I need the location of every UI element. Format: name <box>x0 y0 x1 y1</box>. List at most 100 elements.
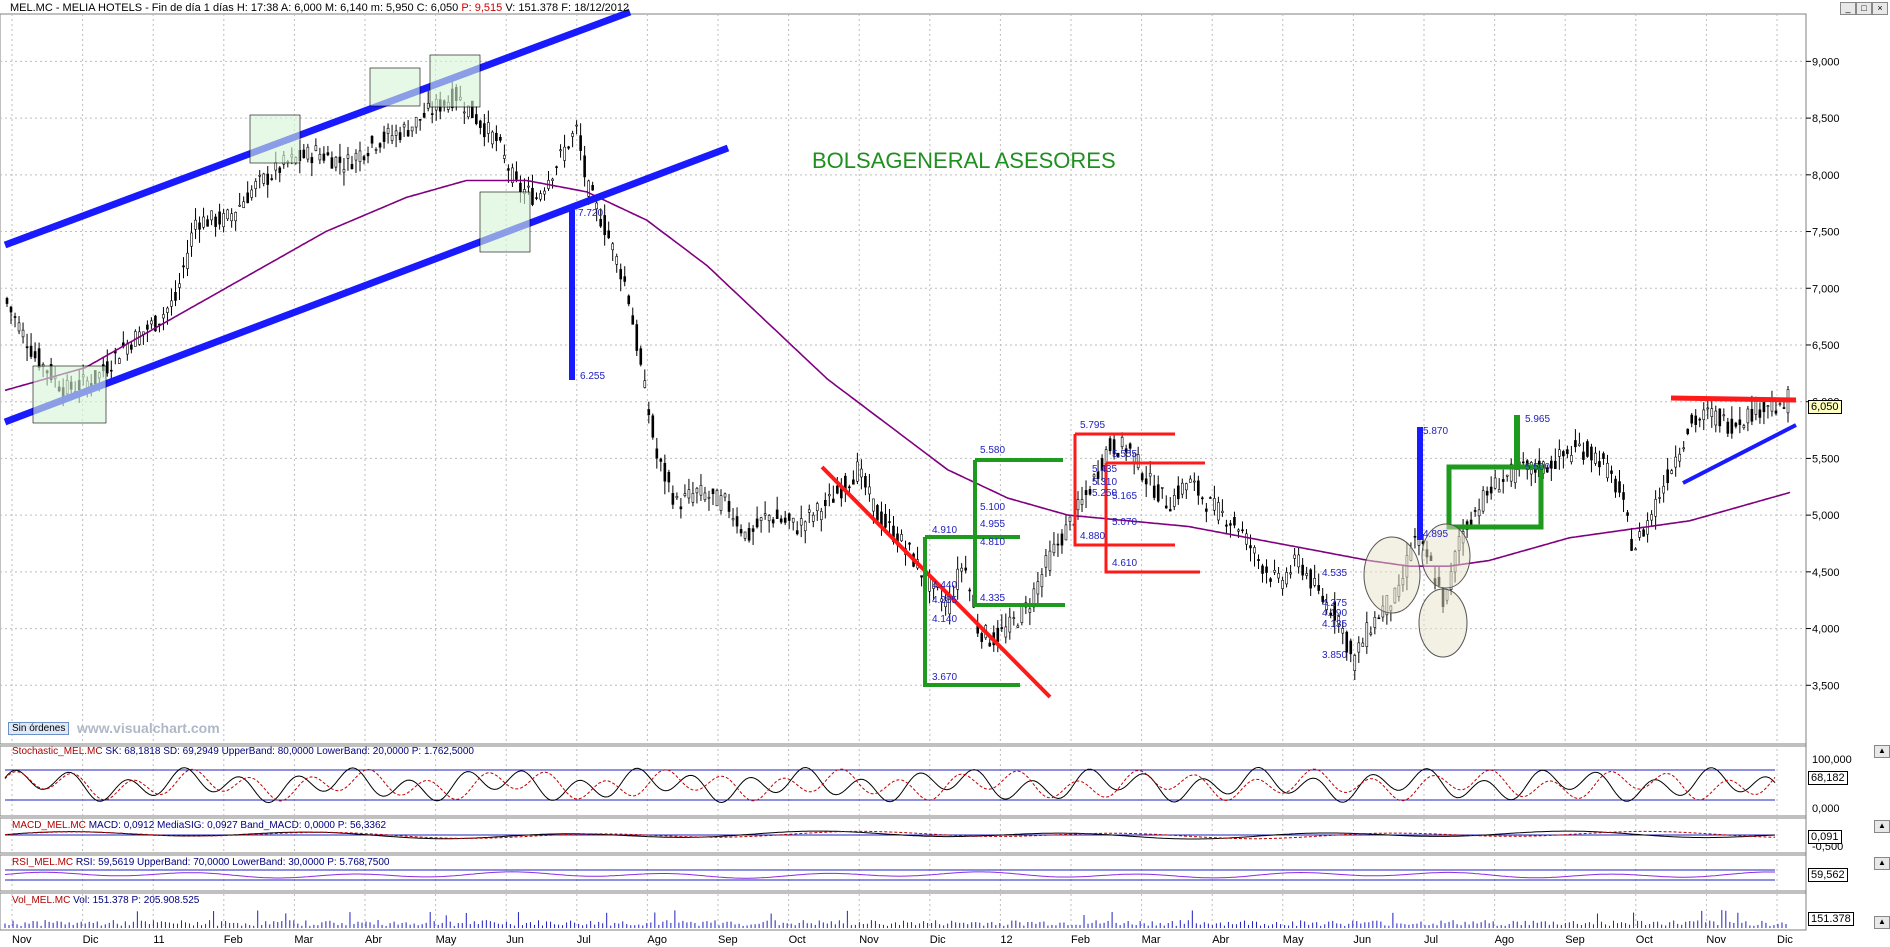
candle-body <box>1702 409 1706 420</box>
rsi-panel-button[interactable]: ▲ <box>1874 857 1890 870</box>
stochastic-values: SK: 68,1818 SD: 69,2949 UpperBand: 80,00… <box>105 746 474 757</box>
candle-body <box>350 164 354 170</box>
candle-body <box>832 498 835 503</box>
price-annotation: 4.910 <box>932 525 957 536</box>
orders-button[interactable]: Sin órdenes <box>8 722 70 735</box>
candle-body <box>1730 418 1734 434</box>
close-button[interactable]: × <box>1872 2 1888 15</box>
candle-body <box>378 143 382 148</box>
candle-body <box>1626 512 1629 516</box>
candle-body <box>1722 414 1726 417</box>
candle-body <box>1148 473 1152 477</box>
candle-body <box>178 283 181 288</box>
candle-body <box>118 358 121 364</box>
price-axis-label: 6,500 <box>1812 340 1840 352</box>
candle-body <box>342 169 346 173</box>
maximize-button[interactable]: □ <box>1856 2 1872 15</box>
candle-body <box>366 153 370 157</box>
price-annotation: 5.795 <box>1080 420 1105 431</box>
candle-body <box>1586 441 1589 457</box>
highlight-box <box>479 191 531 253</box>
candle-body <box>1734 422 1738 427</box>
candle-body <box>1770 400 1774 412</box>
rsi-value-label: 59,562 <box>1808 868 1848 882</box>
candle-body <box>1650 514 1653 521</box>
candle-body <box>1068 516 1072 522</box>
price-annotation: 5.100 <box>980 502 1005 513</box>
price-chart[interactable]: 9,0008,5008,0007,5007,0006,5006,0005,500… <box>0 0 1890 947</box>
candle-body <box>105 361 109 374</box>
candle-body <box>126 343 129 355</box>
candle-body <box>559 149 562 152</box>
candle-body <box>599 218 602 227</box>
candle-body <box>487 122 490 134</box>
price-axis-label: 4,500 <box>1812 567 1840 579</box>
candle-body <box>699 484 703 496</box>
candle-body <box>1706 407 1710 410</box>
candle-body <box>1574 440 1577 448</box>
candle-body <box>278 167 282 173</box>
resistance-line <box>1670 395 1797 403</box>
candle-body <box>254 181 258 189</box>
stochastic-panel-button[interactable]: ▲ <box>1874 745 1890 758</box>
chart-header: MEL.MC - MELIA HOTELS - Fin de día 1 día… <box>10 2 629 14</box>
candle-body <box>214 216 217 227</box>
stochastic-name: Stochastic_MEL.MC <box>12 746 103 757</box>
x-axis-month-label: 12 <box>1000 934 1012 946</box>
price-annotation: 5.310 <box>1092 477 1117 488</box>
candle-body <box>836 485 839 494</box>
vol-panel-button[interactable]: ▲ <box>1874 916 1890 929</box>
candle-body <box>1505 474 1509 477</box>
candle-body <box>1714 410 1718 426</box>
candle-body <box>25 346 29 349</box>
x-axis-month-label: Jun <box>506 934 524 946</box>
candle-body <box>1004 626 1008 638</box>
price-annotation: 7.720 <box>578 208 603 219</box>
candle-body <box>635 324 639 351</box>
candle-body <box>1293 554 1296 559</box>
candle-body <box>37 348 41 368</box>
price-annotation: 5.580 <box>980 445 1005 456</box>
candle-body <box>1602 453 1605 459</box>
candle-body <box>679 506 683 510</box>
candle-body <box>1257 559 1260 561</box>
candle-body <box>627 295 631 305</box>
candle-body <box>1662 485 1665 494</box>
candle-body <box>1594 452 1597 464</box>
pattern-ellipse <box>1363 536 1421 614</box>
candle-body <box>1670 470 1673 474</box>
candle-body <box>174 292 177 301</box>
highlight-box <box>249 114 301 164</box>
candle-body <box>727 501 731 512</box>
candle-body <box>1261 565 1264 574</box>
candle-body <box>1249 545 1252 549</box>
price-axis-label: 7,500 <box>1812 227 1840 239</box>
x-axis-month-label: Jul <box>577 934 591 946</box>
candle-body <box>703 492 707 501</box>
candle-body <box>751 528 755 532</box>
candle-body <box>406 130 410 137</box>
candle-body <box>330 157 334 169</box>
candle-body <box>1160 487 1164 489</box>
candle-body <box>1678 453 1681 462</box>
price-axis-label: 5,000 <box>1812 510 1840 522</box>
candle-body <box>234 212 237 222</box>
candle-body <box>1746 408 1750 424</box>
candle-body <box>182 265 185 268</box>
candle-body <box>715 490 719 507</box>
x-axis-month-label: Jul <box>1424 934 1438 946</box>
candle-body <box>1273 570 1276 573</box>
candle-body <box>515 171 518 180</box>
minimize-button[interactable]: _ <box>1840 2 1856 15</box>
candle-body <box>527 185 530 188</box>
candle-body <box>960 567 963 572</box>
candle-body <box>1088 489 1092 495</box>
candle-body <box>162 314 165 319</box>
price-axis-label: 8,000 <box>1812 170 1840 182</box>
candle-body <box>868 486 871 495</box>
candle-body <box>13 316 17 318</box>
header-date: F: 18/12/2012 <box>561 2 630 14</box>
candle-body <box>386 127 390 134</box>
candle-body <box>1377 617 1381 620</box>
macd-panel-button[interactable]: ▲ <box>1874 820 1890 833</box>
